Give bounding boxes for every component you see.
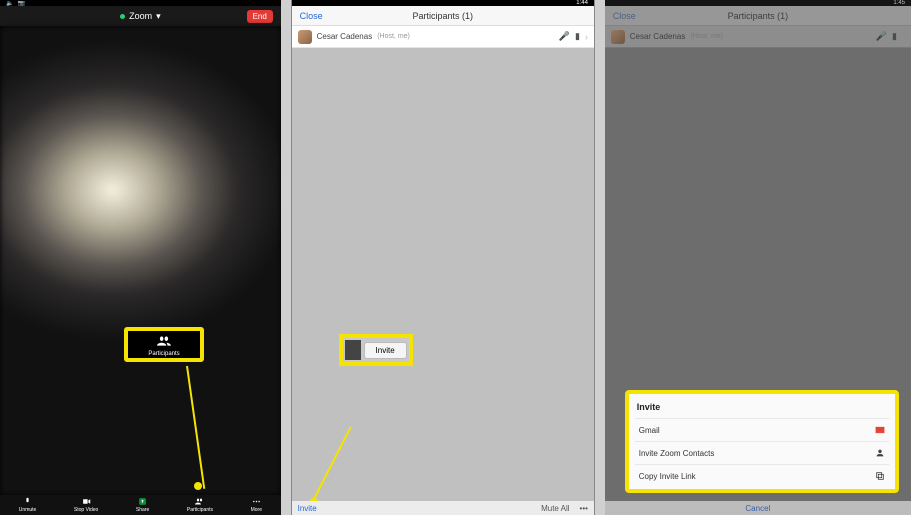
invite-button[interactable]: Invite	[298, 504, 317, 513]
gmail-icon	[875, 425, 885, 435]
participants-header: Close Participants (1)	[292, 6, 594, 26]
zoom-label: Zoom	[129, 11, 152, 21]
participants-label: Participants	[187, 507, 213, 513]
zoom-title[interactable]: Zoom ▾	[120, 11, 161, 22]
share-button[interactable]: Share	[136, 497, 149, 513]
callout-line	[312, 427, 351, 502]
unmute-button[interactable]: Unmute	[19, 497, 37, 513]
participant-name: Cesar Cadenas	[317, 32, 373, 41]
invite-row-label: Invite Zoom Contacts	[639, 449, 715, 458]
participant-role: (Host, me)	[377, 33, 410, 40]
camera-icon: ▮	[575, 31, 580, 42]
close-button[interactable]: Close	[300, 11, 323, 21]
mute-all-button[interactable]: Mute All	[541, 504, 569, 513]
more-button[interactable]: More	[251, 497, 262, 513]
participants-bottombar: Invite Mute All •••	[292, 501, 594, 515]
avatar	[298, 30, 312, 44]
invite-row-gmail[interactable]: Gmail	[635, 418, 889, 441]
stop-video-button[interactable]: Stop Video	[74, 497, 98, 513]
participants-panel: 1:44 Close Participants (1) Cesar Cadena…	[291, 0, 595, 515]
end-button[interactable]: End	[247, 10, 273, 23]
invite-popover-label[interactable]: Invite	[364, 342, 407, 359]
invite-row-label: Gmail	[639, 426, 660, 435]
divider-1	[281, 0, 291, 515]
participants-button[interactable]: Participants	[187, 497, 213, 513]
divider-2	[595, 0, 605, 515]
copy-icon	[875, 471, 885, 481]
chevron-right-icon: ›	[585, 32, 588, 42]
participants-icon	[157, 333, 171, 351]
invite-row-zoom-contacts[interactable]: Invite Zoom Contacts	[635, 441, 889, 464]
invite-sheet-panel: 1:45 Close Participants (1) Cesar Cadena…	[605, 0, 911, 515]
more-button[interactable]: •••	[580, 504, 588, 513]
contacts-icon	[875, 448, 885, 458]
share-label: Share	[136, 507, 149, 513]
chevron-down-icon: ▾	[156, 11, 161, 22]
invite-row-copy-link[interactable]: Copy Invite Link	[635, 464, 889, 487]
meeting-toolbar: Unmute Stop Video Share Participants Mor…	[0, 495, 281, 515]
invite-row-label: Copy Invite Link	[639, 472, 696, 481]
cancel-button[interactable]: Cancel	[745, 504, 770, 513]
more-label: More	[251, 507, 262, 513]
participants-title: Participants (1)	[413, 11, 474, 21]
zoom-header: Zoom ▾ End	[0, 6, 281, 26]
participant-row[interactable]: Cesar Cadenas (Host, me) 🎤 ▮ ›	[292, 26, 594, 48]
security-dot-icon	[120, 14, 125, 19]
stop-video-label: Stop Video	[74, 507, 98, 513]
participants-highlight: Participants	[124, 327, 204, 362]
invite-popover-highlight: Invite	[339, 334, 413, 366]
popover-anchor	[345, 340, 361, 360]
cancel-bar: Cancel	[605, 501, 911, 515]
callout-dot	[194, 482, 202, 490]
participants-highlight-label: Participants	[148, 351, 179, 357]
invite-action-sheet: Invite Gmail Invite Zoom Contacts Copy I…	[625, 390, 899, 493]
invite-sheet-title: Invite	[635, 400, 889, 418]
video-feed	[0, 26, 281, 495]
zoom-meeting-panel: 🔈 📷 Zoom ▾ End Participants Unmute	[0, 0, 281, 515]
unmute-label: Unmute	[19, 507, 37, 513]
mic-muted-icon: 🎤	[559, 31, 570, 42]
